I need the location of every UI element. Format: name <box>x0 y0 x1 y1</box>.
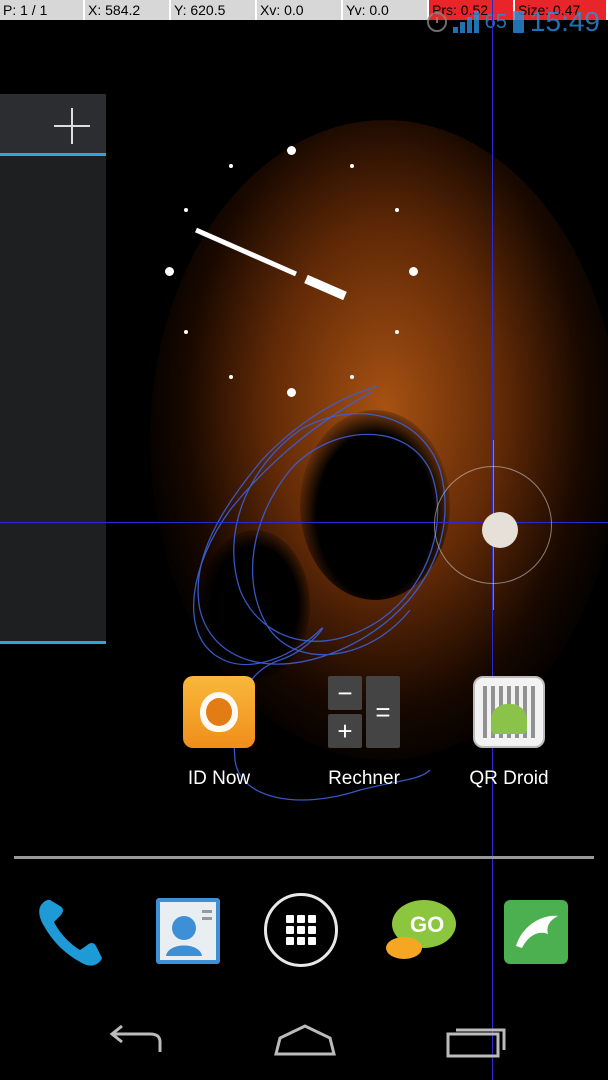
calculator-key-equals: = <box>366 676 400 748</box>
pointer-yv: Yv: 0.0 <box>343 0 429 20</box>
signal-bars-icon <box>452 11 479 33</box>
pointer-y: Y: 620.5 <box>171 0 257 20</box>
app-label: ID Now <box>187 768 251 789</box>
battery-level: 65 <box>484 10 507 33</box>
clock-hands <box>194 227 347 301</box>
contacts-icon[interactable] <box>148 890 228 970</box>
recent-apps-icon <box>446 1028 506 1058</box>
status-bar: 65 15:49 <box>426 6 600 37</box>
touch-point <box>482 512 518 548</box>
qr-droid-icon <box>473 676 545 748</box>
status-time: 15:49 <box>529 6 600 37</box>
app-qr-droid[interactable]: QR Droid <box>444 676 574 790</box>
plus-icon[interactable] <box>52 106 92 146</box>
calculator-key-minus: − <box>328 676 362 710</box>
app-id-now[interactable]: ID Now <box>154 676 284 790</box>
soundhound-icon <box>183 676 255 748</box>
dolphin-browser-icon[interactable] <box>498 890 578 970</box>
back-button[interactable] <box>100 1020 170 1064</box>
pointer-xv: Xv: 0.0 <box>257 0 343 20</box>
pointer-count: P: 1 / 1 <box>0 0 85 20</box>
alarm-clock-icon <box>426 12 447 32</box>
home-icon <box>274 1024 336 1056</box>
svg-text:GO: GO <box>410 912 444 937</box>
calculator-icon: − = + <box>328 676 400 748</box>
app-label: Rechner <box>328 768 400 789</box>
minute-hand <box>194 227 298 277</box>
calculator-key-plus: + <box>328 714 362 748</box>
go-sms-icon[interactable]: GO <box>380 890 460 970</box>
dock-divider <box>14 856 594 859</box>
back-icon <box>109 1024 162 1052</box>
analog-clock-widget[interactable] <box>160 140 422 402</box>
recent-apps-button[interactable] <box>440 1020 510 1064</box>
skull-eye-left <box>200 530 310 680</box>
skull-eye-right <box>300 410 450 600</box>
widget-panel[interactable] <box>0 94 106 644</box>
hour-hand <box>304 274 347 301</box>
phone-icon[interactable] <box>30 890 110 970</box>
home-button[interactable] <box>270 1020 340 1064</box>
pointer-x: X: 584.2 <box>85 0 171 20</box>
app-rechner[interactable]: − = + Rechner <box>299 676 429 790</box>
app-label: QR Droid <box>469 768 549 789</box>
battery-icon <box>512 11 524 33</box>
app-drawer-button[interactable] <box>264 893 338 967</box>
widget-panel-header <box>0 94 106 156</box>
widget-panel-divider <box>0 641 106 644</box>
app-drawer-icon <box>286 915 316 945</box>
